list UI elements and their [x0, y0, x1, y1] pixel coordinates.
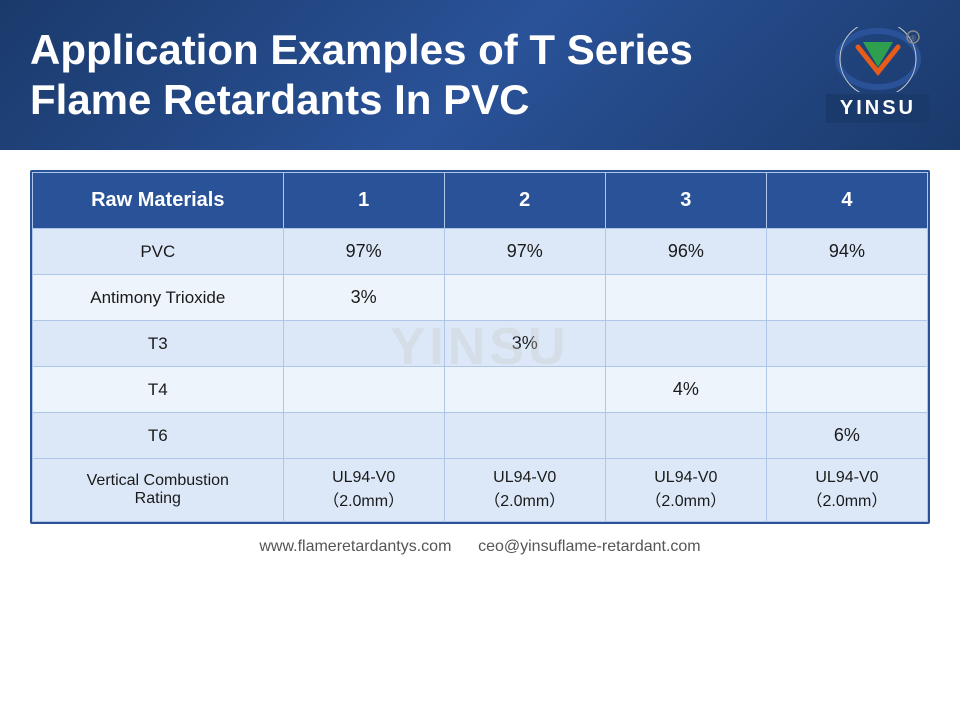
- svg-text:®: ®: [910, 34, 916, 43]
- table-header-row: Raw Materials 1 2 3 4: [33, 173, 928, 229]
- table-row: Vertical CombustionRating UL94-V0（2.0mm）…: [33, 459, 928, 522]
- cell-t4-2: [444, 367, 605, 413]
- footer-website: www.flameretardantys.com: [259, 538, 451, 555]
- cell-t4-3: 4%: [605, 367, 766, 413]
- table-container: YINSU Raw Materials 1 2 3 4 PVC 97% 97% …: [30, 170, 930, 524]
- cell-antimony-3: [605, 275, 766, 321]
- page-title: Application Examples of T Series Flame R…: [30, 25, 806, 126]
- cell-t6-3: [605, 413, 766, 459]
- logo-text: YINSU: [840, 97, 916, 119]
- col-header-3: 3: [605, 173, 766, 229]
- cell-rating-3: UL94-V0（2.0mm）: [605, 459, 766, 522]
- cell-t6-2: [444, 413, 605, 459]
- cell-t4-label: T4: [33, 367, 284, 413]
- main-content: YINSU Raw Materials 1 2 3 4 PVC 97% 97% …: [0, 150, 960, 576]
- cell-t3-4: [766, 321, 927, 367]
- cell-pvc-3: 96%: [605, 229, 766, 275]
- cell-rating-2: UL94-V0（2.0mm）: [444, 459, 605, 522]
- col-header-1: 1: [283, 173, 444, 229]
- data-table: Raw Materials 1 2 3 4 PVC 97% 97% 96% 94…: [32, 172, 928, 522]
- cell-rating-4: UL94-V0（2.0mm）: [766, 459, 927, 522]
- cell-antimony-1: 3%: [283, 275, 444, 321]
- page-header: Application Examples of T Series Flame R…: [0, 0, 960, 150]
- cell-t6-1: [283, 413, 444, 459]
- cell-pvc-1: 97%: [283, 229, 444, 275]
- cell-antimony-2: [444, 275, 605, 321]
- logo-graphic: ®: [833, 27, 923, 92]
- cell-t3-1: [283, 321, 444, 367]
- cell-t6-4: 6%: [766, 413, 927, 459]
- table-row: T3 3%: [33, 321, 928, 367]
- cell-rating-label: Vertical CombustionRating: [33, 459, 284, 522]
- cell-t3-3: [605, 321, 766, 367]
- cell-pvc-2: 97%: [444, 229, 605, 275]
- footer-email: ceo@yinsuflame-retardant.com: [478, 538, 701, 555]
- data-table-wrapper: Raw Materials 1 2 3 4 PVC 97% 97% 96% 94…: [30, 170, 930, 524]
- cell-pvc-label: PVC: [33, 229, 284, 275]
- cell-t6-label: T6: [33, 413, 284, 459]
- table-row: T6 6%: [33, 413, 928, 459]
- col-header-2: 2: [444, 173, 605, 229]
- cell-rating-1: UL94-V0（2.0mm）: [283, 459, 444, 522]
- cell-t4-4: [766, 367, 927, 413]
- cell-t3-2: 3%: [444, 321, 605, 367]
- col-header-4: 4: [766, 173, 927, 229]
- logo: ® YINSU: [826, 27, 930, 123]
- cell-t3-label: T3: [33, 321, 284, 367]
- table-row: PVC 97% 97% 96% 94%: [33, 229, 928, 275]
- table-row: Antimony Trioxide 3%: [33, 275, 928, 321]
- cell-antimony-label: Antimony Trioxide: [33, 275, 284, 321]
- cell-pvc-4: 94%: [766, 229, 927, 275]
- cell-antimony-4: [766, 275, 927, 321]
- footer: www.flameretardantys.com ceo@yinsuflame-…: [30, 524, 930, 556]
- table-row: T4 4%: [33, 367, 928, 413]
- col-header-materials: Raw Materials: [33, 173, 284, 229]
- cell-t4-1: [283, 367, 444, 413]
